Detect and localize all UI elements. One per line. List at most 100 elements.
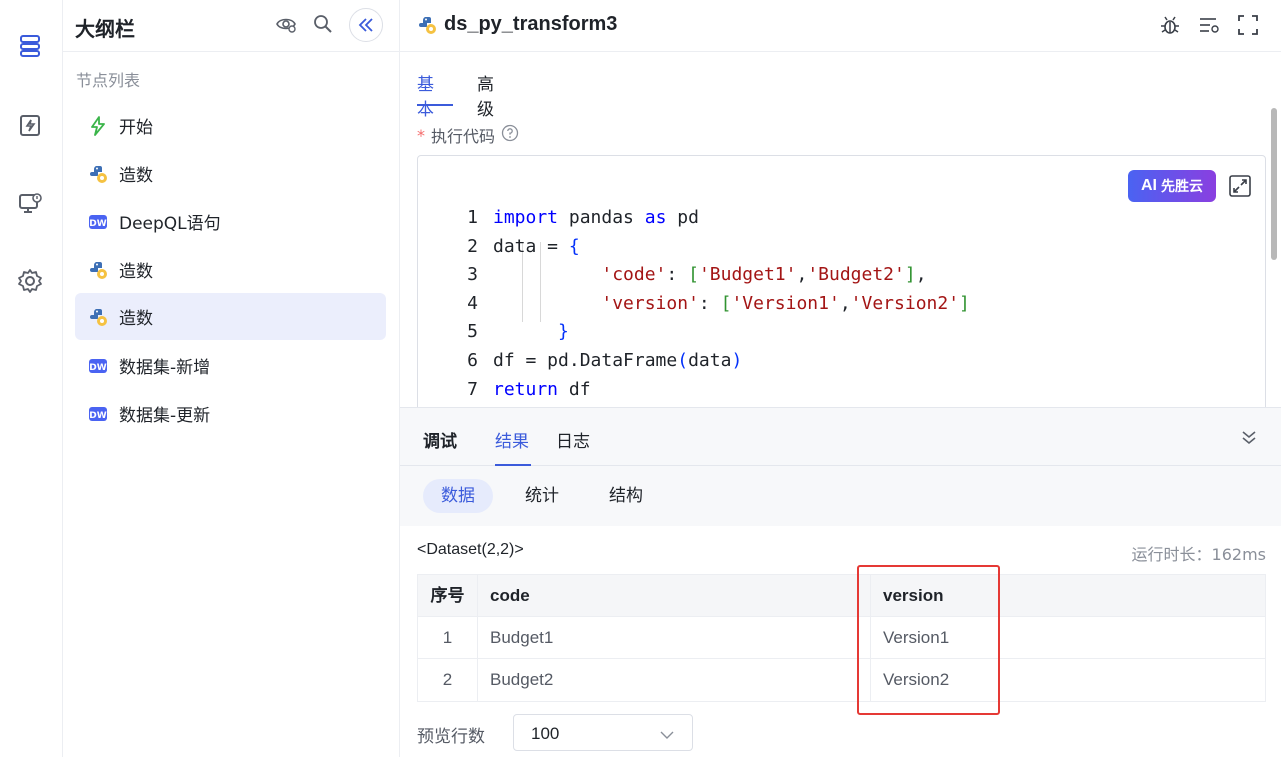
dataset-title: <Dataset(2,2)> [417,541,524,558]
subtab-structure[interactable]: 结构 [591,479,661,513]
code-line: 1 import pandas as pd [418,204,1238,233]
field-label-text: 执行代码 [431,127,496,146]
search-icon[interactable] [311,12,335,36]
preview-rows-value: 100 [531,724,560,743]
svg-text:DW: DW [89,363,106,373]
main-panel: ds_py_transform3 基本 高级 * 执行代码 AI 先胜云 1 i… [400,0,1281,757]
line-number: 2 [467,235,478,257]
eye-settings-icon[interactable] [274,12,298,36]
table-cell: 2 [418,659,478,701]
code-line: 3 'code': ['Budget1','Budget2'], [418,261,1238,290]
expand-editor-icon[interactable] [1228,174,1252,198]
preview-rows-label: 预览行数 [417,727,485,747]
list-settings-icon[interactable] [1196,12,1222,38]
table-cell: Budget1 [478,617,871,659]
code-line: 2 data = { [418,233,1238,262]
dw-icon: DW [87,355,109,377]
table-row: 2 Budget2 Version2 [418,659,1265,701]
node-label: 造数 [119,166,153,186]
fullscreen-icon[interactable] [1235,12,1261,38]
code-line: 6 df = pd.DataFrame(data) [418,347,1238,376]
main-header: ds_py_transform3 [400,0,1281,52]
node-label: 造数 [119,309,153,329]
dw-icon: DW [87,211,109,233]
outline-panel: 大纲栏 节点列表 开始 造数 DW DeepQL语句 造数 造数 DW 数据集-… [63,0,400,757]
tab-result[interactable]: 结果 [495,427,529,452]
svg-text:DW: DW [89,411,106,421]
line-number: 4 [467,292,478,314]
svg-text:DW: DW [89,219,106,229]
line-number: 7 [467,378,478,400]
tab-active-indicator [417,104,453,106]
tab-basic[interactable]: 基本 [417,70,434,120]
collapse-panel-button[interactable] [349,8,383,42]
node-label: 开始 [119,118,153,138]
node-item-dataset-insert[interactable]: DW 数据集-新增 [75,342,386,389]
debug-panel: 调试 结果 日志 数据 统计 结构 <Dataset(2,2)> 运行时长：16… [400,407,1281,757]
code-line: 7 return df [418,376,1238,405]
tab-debug[interactable]: 调试 [423,427,457,452]
line-number: 3 [467,264,478,286]
code-lines: 1 import pandas as pd 2 data = { 3 'code':… [418,204,1238,404]
settings-gear-icon[interactable] [12,263,48,299]
outline-title: 大纲栏 [75,17,135,41]
line-number: 6 [467,349,478,371]
table-cell: 1 [418,617,478,659]
version-column-highlight [857,565,1000,715]
python-icon [417,15,437,40]
node-label: 数据集-更新 [119,406,211,426]
node-item-deepql[interactable]: DW DeepQL语句 [75,198,386,245]
tab-advanced[interactable]: 高级 [477,70,494,120]
flash-box-icon[interactable] [12,107,48,143]
ai-assistant-button[interactable]: AI 先胜云 [1128,170,1216,202]
chevron-down-icon [660,727,674,745]
node-label: DeepQL语句 [119,214,221,234]
table-header-row: 序号 code version [418,575,1265,617]
outline-nav-icon[interactable] [12,28,48,64]
column-header[interactable]: code [478,575,871,617]
python-icon [87,163,109,185]
debug-header: 调试 结果 日志 [400,407,1281,466]
help-icon[interactable] [501,124,519,146]
bug-icon[interactable] [1157,12,1183,38]
tab-log[interactable]: 日志 [556,427,590,452]
double-chevron-left-icon [358,18,373,32]
preview-rows-select[interactable]: 100 [513,714,693,751]
python-icon [87,306,109,328]
node-title: ds_py_transform3 [444,13,618,35]
node-list-caption: 节点列表 [76,71,141,90]
node-label: 造数 [119,262,153,282]
exec-code-label: * 执行代码 [417,123,519,147]
icon-rail [0,0,63,757]
ai-brand-label: 先胜云 [1161,178,1203,194]
code-line: 4 'version': ['Version1','Version2'] [418,290,1238,319]
app-root: 大纲栏 节点列表 开始 造数 DW DeepQL语句 造数 造数 DW 数据集-… [0,0,1281,757]
node-label: 数据集-新增 [119,358,211,378]
python-icon [87,259,109,281]
node-item-python[interactable]: 造数 [75,150,386,197]
result-subtabs: 数据 统计 结构 [400,466,1281,526]
editor-scrollbar[interactable] [1271,108,1277,260]
chevron-double-down-icon[interactable] [1240,428,1260,448]
subtab-data[interactable]: 数据 [423,479,493,513]
dw-icon: DW [87,403,109,425]
column-header[interactable]: 序号 [418,575,478,617]
line-number: 1 [467,207,478,228]
result-table: 序号 code version 1 Budget1 Version1 2 Bud… [417,574,1266,702]
node-item-dataset-update[interactable]: DW 数据集-更新 [75,390,386,437]
table-row: 1 Budget1 Version1 [418,617,1265,659]
subtab-stats[interactable]: 统计 [507,479,577,513]
line-number: 5 [467,321,478,343]
lightning-icon [87,115,109,137]
node-item-python[interactable]: 造数 [75,246,386,293]
node-item-start[interactable]: 开始 [75,102,386,149]
ai-text: AI [1141,177,1157,194]
runtime-text: 运行时长：162ms [1131,545,1266,564]
monitor-alert-icon[interactable] [12,185,48,221]
code-line: 5 } [418,318,1238,347]
outline-header: 大纲栏 [63,0,399,52]
table-cell: Budget2 [478,659,871,701]
node-item-python-active[interactable]: 造数 [75,293,386,340]
required-mark: * [417,125,425,145]
code-editor[interactable]: AI 先胜云 1 import pandas as pd 2 data = { 3 … [417,155,1266,415]
